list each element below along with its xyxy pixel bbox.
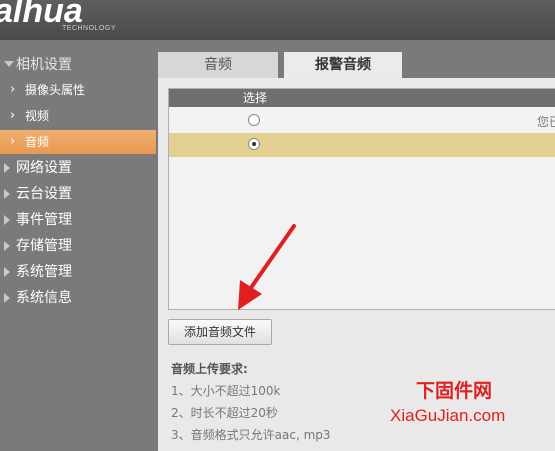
requirement-item: 3、音频格式只允许aac, mp3: [171, 428, 331, 442]
sidebar-category-label: 网络设置: [16, 160, 72, 176]
sidebar-category-system-info[interactable]: 系统信息: [0, 285, 158, 311]
sidebar-category-storage[interactable]: 存储管理: [0, 233, 158, 259]
sidebar-item-camera-properties[interactable]: › 摄像头属性: [0, 78, 156, 102]
main-panel: 音频 报警音频 选择 您已 添加音频文件 音频上传要求: 1、大小不超过100k…: [158, 52, 555, 451]
requirement-item: 1、大小不超过100k: [171, 384, 281, 398]
sidebar-category-label: 云台设置: [16, 186, 72, 202]
radio-dot-icon: [252, 142, 256, 146]
sidebar-category-label: 相机设置: [16, 57, 72, 73]
caret-right-icon: [4, 189, 10, 199]
caret-down-icon: [4, 61, 14, 67]
row-radio-button-checked[interactable]: [248, 138, 260, 150]
sidebar-item-video[interactable]: › 视频: [0, 104, 156, 128]
caret-right-icon: [4, 241, 10, 251]
watermark-text: 下固件网: [416, 380, 493, 402]
sidebar-category-label: 系统管理: [16, 264, 72, 280]
app-header: alhua TECHNOLOGY: [0, 0, 555, 40]
sidebar-category-label: 系统信息: [16, 290, 72, 306]
table-row-selected[interactable]: [169, 133, 555, 157]
caret-right-icon: [4, 215, 10, 225]
row-note-text: 您已: [537, 115, 555, 129]
sidebar-category-network[interactable]: 网络设置: [0, 155, 158, 181]
logo-subtitle: TECHNOLOGY: [62, 25, 117, 32]
watermark-url: XiaGuJian.com: [390, 406, 506, 425]
chevron-right-icon: ›: [10, 82, 16, 97]
chevron-right-icon: ›: [10, 134, 16, 149]
caret-right-icon: [4, 267, 10, 277]
requirement-item: 2、时长不超过20秒: [171, 406, 278, 420]
sidebar-item-audio[interactable]: › 音频: [0, 130, 156, 154]
tab-alarm-audio[interactable]: 报警音频: [284, 52, 402, 78]
caret-right-icon: [4, 163, 10, 173]
row-radio-button[interactable]: [248, 114, 260, 126]
sidebar-category-label: 事件管理: [16, 212, 72, 228]
tab-bar: 音频 报警音频: [158, 52, 555, 78]
sidebar-nav: 相机设置 › 摄像头属性 › 视频 › 音频 网络设置 云台设置 事件管理 存储…: [0, 40, 158, 451]
sidebar-item-label: 摄像头属性: [25, 83, 86, 97]
caret-right-icon: [4, 293, 10, 303]
annotation-arrow-icon: [238, 224, 296, 310]
requirements-title: 音频上传要求:: [171, 362, 248, 376]
sidebar-category-camera-settings[interactable]: 相机设置: [0, 52, 158, 78]
sidebar-item-label: 音频: [25, 135, 50, 149]
sidebar-category-events[interactable]: 事件管理: [0, 207, 158, 233]
tab-audio[interactable]: 音频: [158, 52, 278, 78]
sidebar-category-label: 存储管理: [16, 238, 72, 254]
column-header-select: 选择: [243, 91, 268, 105]
chevron-right-icon: ›: [10, 108, 16, 123]
sidebar-item-label: 视频: [25, 109, 50, 123]
table-row[interactable]: 您已: [169, 109, 555, 133]
audio-file-table: 选择 您已: [168, 88, 555, 310]
sidebar-category-system[interactable]: 系统管理: [0, 259, 158, 285]
table-header: 选择: [169, 89, 555, 107]
add-audio-file-button[interactable]: 添加音频文件: [168, 319, 272, 345]
sidebar-category-ptz[interactable]: 云台设置: [0, 181, 158, 207]
